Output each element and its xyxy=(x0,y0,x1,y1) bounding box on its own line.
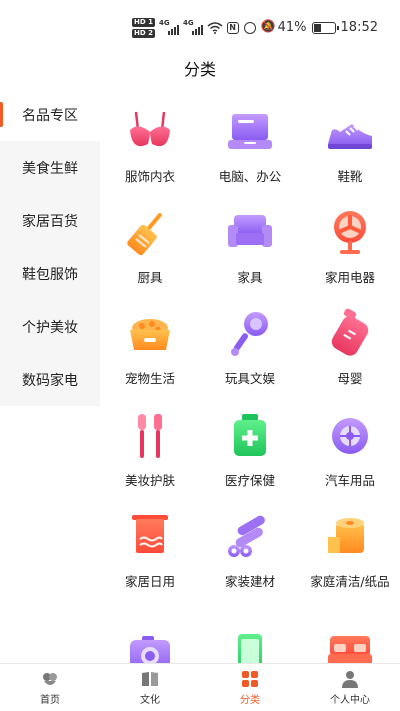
category-item[interactable]: 厨具 xyxy=(100,205,200,286)
person-icon xyxy=(340,669,360,689)
signal-icon-2: 4G xyxy=(183,19,203,35)
category-label: 鞋靴 xyxy=(337,169,363,184)
towel-icon xyxy=(122,509,178,565)
sidebar-item[interactable]: 名品专区 xyxy=(0,88,100,141)
medicine-box-icon xyxy=(222,408,278,464)
category-item[interactable]: 宠物生活 xyxy=(100,306,200,387)
camera-icon xyxy=(122,628,178,663)
tire-icon xyxy=(322,408,378,464)
category-item[interactable]: 家庭清洁/纸品 xyxy=(300,509,400,590)
clock: 18:52 xyxy=(340,20,378,35)
category-label: 家具 xyxy=(237,270,263,285)
header: 分类 xyxy=(0,48,400,88)
category-item[interactable] xyxy=(100,628,200,663)
phone-icon xyxy=(222,628,278,663)
category-label: 家居日用 xyxy=(124,574,175,589)
signal-group: HD 1 HD 2 4G 4G xyxy=(132,18,223,38)
pipes-icon xyxy=(222,509,278,565)
hd2-badge: HD 2 xyxy=(132,29,155,38)
sidebar-item-label: 家居百货 xyxy=(22,213,78,230)
category-sidebar: 名品专区美食生鲜家居百货鞋包服饰个护美妆数码家电 xyxy=(0,88,100,406)
category-item[interactable]: 医疗保健 xyxy=(200,408,300,489)
book-icon xyxy=(140,669,160,689)
sidebar-item[interactable]: 家居百货 xyxy=(0,194,100,247)
wifi-icon xyxy=(207,22,223,34)
category-item[interactable]: 家装建材 xyxy=(200,509,300,590)
baby-bottle-icon xyxy=(322,306,378,362)
sidebar-item-label: 鞋包服饰 xyxy=(22,266,78,283)
battery-percent: 41% xyxy=(277,20,307,35)
makeup-brush-icon xyxy=(122,408,178,464)
category-label: 医疗保健 xyxy=(224,473,275,488)
category-item[interactable]: 家用电器 xyxy=(300,205,400,286)
category-label: 家庭清洁/纸品 xyxy=(310,574,390,589)
category-label: 玩具文娱 xyxy=(224,371,275,386)
status-bar: HD 1 HD 2 4G 4G N 🔕 41% 18:52 xyxy=(0,0,400,48)
sidebar-item-label: 个护美妆 xyxy=(22,319,78,336)
bed-icon xyxy=(322,628,378,663)
category-item[interactable]: 母婴 xyxy=(300,306,400,387)
pet-bowl-icon xyxy=(122,306,178,362)
tab-label: 文化 xyxy=(140,695,160,706)
category-item[interactable]: 家居日用 xyxy=(100,509,200,590)
category-label: 母婴 xyxy=(337,371,363,386)
category-item[interactable] xyxy=(200,628,300,663)
hd1-badge: HD 1 xyxy=(132,18,155,27)
sneaker-icon xyxy=(322,104,378,160)
tab-category-grid[interactable]: 分类 xyxy=(200,664,300,711)
tissue-roll-icon xyxy=(322,509,378,565)
category-item[interactable]: 鞋靴 xyxy=(300,104,400,185)
category-item[interactable]: 美妆护肤 xyxy=(100,408,200,489)
category-label: 厨具 xyxy=(137,270,163,285)
laptop-icon xyxy=(222,104,278,160)
category-grid: 服饰内衣 电脑、办公 鞋靴厨具 家具 家用电器宠物生活 玩具文娱 母婴美妆护肤 医疗保健 汽车用… xyxy=(100,88,400,663)
tab-label: 个人中心 xyxy=(330,695,370,706)
sofa-icon xyxy=(222,205,278,261)
category-label: 电脑、办公 xyxy=(218,169,282,184)
tab-book[interactable]: 文化 xyxy=(100,664,200,711)
home-icon xyxy=(40,669,60,689)
category-item[interactable]: 家具 xyxy=(200,205,300,286)
alarm-icon xyxy=(243,21,256,34)
spatula-icon xyxy=(122,205,178,261)
category-item[interactable]: 玩具文娱 xyxy=(200,306,300,387)
status-right: N 🔕 41% 18:52 xyxy=(226,18,378,35)
battery-icon xyxy=(311,21,339,34)
category-item[interactable]: 服饰内衣 xyxy=(100,104,200,185)
nfc-icon: N xyxy=(226,21,239,34)
fan-icon xyxy=(322,205,378,261)
page-title: 分类 xyxy=(183,60,216,79)
sidebar-item[interactable]: 鞋包服饰 xyxy=(0,247,100,300)
bra-icon xyxy=(122,104,178,160)
signal-icon-1: 4G xyxy=(159,19,179,35)
category-label: 服饰内衣 xyxy=(124,169,175,184)
category-label: 汽车用品 xyxy=(324,473,375,488)
bottom-tab-bar: 首页 文化 分类 个人中心 xyxy=(0,663,400,711)
category-label: 美妆护肤 xyxy=(124,473,175,488)
sidebar-item-label: 名品专区 xyxy=(22,107,78,124)
tab-label: 分类 xyxy=(240,695,260,706)
mute-icon: 🔕 xyxy=(260,18,276,33)
sidebar-item[interactable]: 个护美妆 xyxy=(0,300,100,353)
tab-label: 首页 xyxy=(40,695,60,706)
sidebar-item[interactable]: 美食生鲜 xyxy=(0,141,100,194)
category-item[interactable]: 电脑、办公 xyxy=(200,104,300,185)
tab-person[interactable]: 个人中心 xyxy=(300,664,400,711)
rattle-icon xyxy=(222,306,278,362)
category-label: 家装建材 xyxy=(224,574,275,589)
category-grid-icon xyxy=(240,669,260,689)
sidebar-item[interactable]: 数码家电 xyxy=(0,353,100,406)
category-item[interactable] xyxy=(300,628,400,663)
sidebar-item-label: 美食生鲜 xyxy=(22,160,78,177)
sidebar-item-label: 数码家电 xyxy=(22,372,78,389)
category-item[interactable]: 汽车用品 xyxy=(300,408,400,489)
category-label: 家用电器 xyxy=(324,270,375,285)
tab-home[interactable]: 首页 xyxy=(0,664,100,711)
category-label: 宠物生活 xyxy=(124,371,175,386)
